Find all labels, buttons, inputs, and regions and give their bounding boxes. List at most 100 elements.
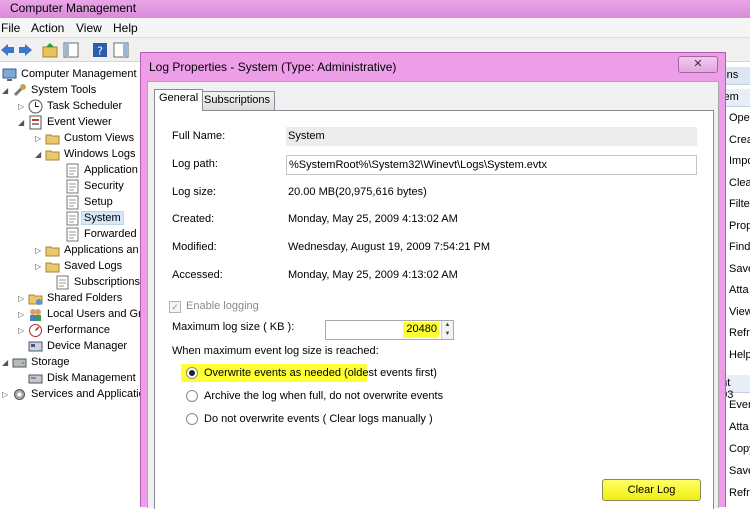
action-save-selected[interactable]: Save bbox=[729, 465, 750, 477]
tree-item-label: Services and Applicatio bbox=[31, 388, 142, 400]
tree-item-label: Forwarded E bbox=[84, 228, 142, 240]
spinner-buttons[interactable]: ▲ ▼ bbox=[441, 321, 453, 339]
general-tab-page: Full Name: System Log path: %SystemRoot%… bbox=[154, 110, 714, 509]
action-save[interactable]: Save bbox=[729, 263, 750, 275]
tree-item-label: Application bbox=[84, 164, 138, 176]
action-refresh-event[interactable]: Refr bbox=[729, 487, 750, 499]
archive-option-label: Archive the log when full, do not overwr… bbox=[204, 390, 444, 402]
tree-item-label: Device Manager bbox=[47, 340, 128, 352]
forward-arrow-icon[interactable] bbox=[17, 42, 33, 58]
max-size-value[interactable]: 20480 bbox=[403, 322, 439, 338]
expand-arrow-icon[interactable]: ▷ bbox=[18, 102, 26, 111]
tree-item-label: Task Scheduler bbox=[47, 100, 123, 112]
tree-item-label: Event Viewer bbox=[47, 116, 112, 128]
tree-item-label: Custom Views bbox=[64, 132, 135, 144]
folder-icon bbox=[45, 134, 60, 145]
expand-arrow-icon[interactable]: ▷ bbox=[35, 246, 43, 255]
tree-item-label: Applications an bbox=[64, 244, 139, 256]
archive-radio[interactable] bbox=[186, 390, 198, 402]
tree-item-label: Security bbox=[84, 180, 124, 192]
dialog-title: Log Properties - System (Type: Administr… bbox=[149, 60, 397, 74]
help-icon[interactable]: ? bbox=[92, 42, 108, 58]
tree-item-label: Shared Folders bbox=[47, 292, 123, 304]
action-import[interactable]: Impo bbox=[729, 155, 750, 167]
log-icon bbox=[66, 163, 79, 178]
action-copy[interactable]: Copy bbox=[729, 443, 750, 455]
spin-down-icon[interactable]: ▼ bbox=[442, 330, 453, 339]
tree-item-label: Storage bbox=[31, 356, 70, 368]
folder-icon bbox=[45, 246, 60, 257]
tree-item-label: System Tools bbox=[31, 84, 97, 96]
log-icon bbox=[66, 211, 79, 226]
expand-arrow-icon[interactable]: ▷ bbox=[18, 294, 26, 303]
action-open[interactable]: Ope bbox=[729, 112, 750, 124]
log-icon bbox=[66, 227, 79, 242]
event-viewer-icon bbox=[29, 115, 42, 130]
action-clear[interactable]: Clea bbox=[729, 177, 750, 189]
tree-item-label: Windows Logs bbox=[64, 148, 136, 160]
menu-view[interactable]: View bbox=[76, 21, 102, 35]
tree-item-label: Local Users and Gro bbox=[47, 308, 142, 320]
users-icon bbox=[30, 309, 41, 321]
close-icon: ✕ bbox=[693, 58, 703, 70]
action-create[interactable]: Crea bbox=[729, 134, 750, 146]
dialog-body: General Subscriptions Full Name: System … bbox=[147, 81, 719, 509]
tree-item-label: System bbox=[81, 211, 124, 225]
collapse-arrow-icon[interactable]: ◢ bbox=[35, 150, 43, 159]
accessed-value: Monday, May 25, 2009 4:13:02 AM bbox=[288, 269, 458, 281]
menu-file[interactable]: File bbox=[1, 21, 20, 35]
action-event-properties[interactable]: Ever bbox=[729, 399, 750, 411]
services-icon bbox=[14, 389, 25, 400]
log-size-value: 20.00 MB(20,975,616 bytes) bbox=[288, 186, 427, 198]
collapse-arrow-icon[interactable]: ◢ bbox=[2, 86, 10, 95]
tree-item-label: Computer Management (L bbox=[21, 68, 142, 80]
do-not-overwrite-option-label: Do not overwrite events ( Clear logs man… bbox=[204, 413, 433, 425]
overwrite-radio[interactable] bbox=[186, 367, 198, 379]
collapse-arrow-icon[interactable]: ◢ bbox=[2, 358, 10, 367]
up-folder-icon[interactable] bbox=[42, 42, 58, 58]
do-not-overwrite-radio[interactable] bbox=[186, 413, 198, 425]
action-filter[interactable]: Filte bbox=[729, 198, 750, 210]
menu-action[interactable]: Action bbox=[31, 21, 64, 35]
expand-arrow-icon[interactable]: ▷ bbox=[18, 326, 26, 335]
full-name-label: Full Name: bbox=[172, 130, 226, 142]
action-attach[interactable]: Atta bbox=[729, 284, 749, 296]
expand-arrow-icon[interactable]: ▷ bbox=[35, 262, 43, 271]
log-path-field[interactable]: %SystemRoot%\System32\Winevt\Logs\System… bbox=[286, 155, 697, 175]
disk-icon bbox=[28, 374, 43, 384]
action-properties[interactable]: Prop bbox=[729, 220, 750, 232]
menu-help[interactable]: Help bbox=[113, 21, 138, 35]
dialog-close-button[interactable]: ✕ bbox=[678, 56, 718, 73]
collapse-arrow-icon[interactable]: ◢ bbox=[18, 118, 26, 127]
expand-arrow-icon[interactable]: ▷ bbox=[18, 310, 26, 319]
action-refresh[interactable]: Refr bbox=[729, 327, 750, 339]
show-hide-action-pane-icon[interactable] bbox=[113, 42, 129, 58]
back-arrow-icon[interactable] bbox=[0, 42, 16, 58]
tab-subscriptions[interactable]: Subscriptions bbox=[199, 91, 276, 110]
spin-up-icon[interactable]: ▲ bbox=[442, 321, 453, 330]
enable-logging-checkbox[interactable]: ✓ bbox=[169, 301, 181, 313]
clear-log-button[interactable]: Clear Log bbox=[602, 479, 701, 501]
menu-bar: File Action View Help bbox=[0, 18, 750, 38]
clock-icon bbox=[28, 99, 43, 114]
log-properties-dialog: Log Properties - System (Type: Administr… bbox=[140, 52, 726, 509]
action-help[interactable]: Help bbox=[729, 349, 750, 361]
modified-label: Modified: bbox=[172, 241, 217, 253]
tree-item-label: Setup bbox=[84, 196, 113, 208]
max-size-spinner[interactable]: 20480 ▲ ▼ bbox=[325, 320, 454, 340]
full-name-field: System bbox=[286, 127, 697, 146]
show-hide-tree-icon[interactable] bbox=[63, 42, 79, 58]
action-find[interactable]: Find bbox=[729, 241, 750, 253]
action-attach-task[interactable]: Atta bbox=[729, 421, 749, 433]
tree-item-label: Disk Management bbox=[47, 372, 136, 384]
svg-text:?: ? bbox=[97, 45, 103, 58]
expand-arrow-icon[interactable]: ▷ bbox=[35, 134, 43, 143]
log-icon bbox=[66, 195, 79, 210]
action-view[interactable]: View bbox=[729, 306, 750, 318]
expand-arrow-icon[interactable]: ▷ bbox=[2, 390, 10, 399]
tab-general[interactable]: General bbox=[154, 89, 204, 111]
modified-value: Wednesday, August 19, 2009 7:54:21 PM bbox=[288, 241, 491, 253]
enable-logging-label: Enable logging bbox=[186, 300, 259, 312]
max-size-label: Maximum log size ( KB ): bbox=[172, 321, 295, 333]
created-value: Monday, May 25, 2009 4:13:02 AM bbox=[288, 213, 458, 225]
